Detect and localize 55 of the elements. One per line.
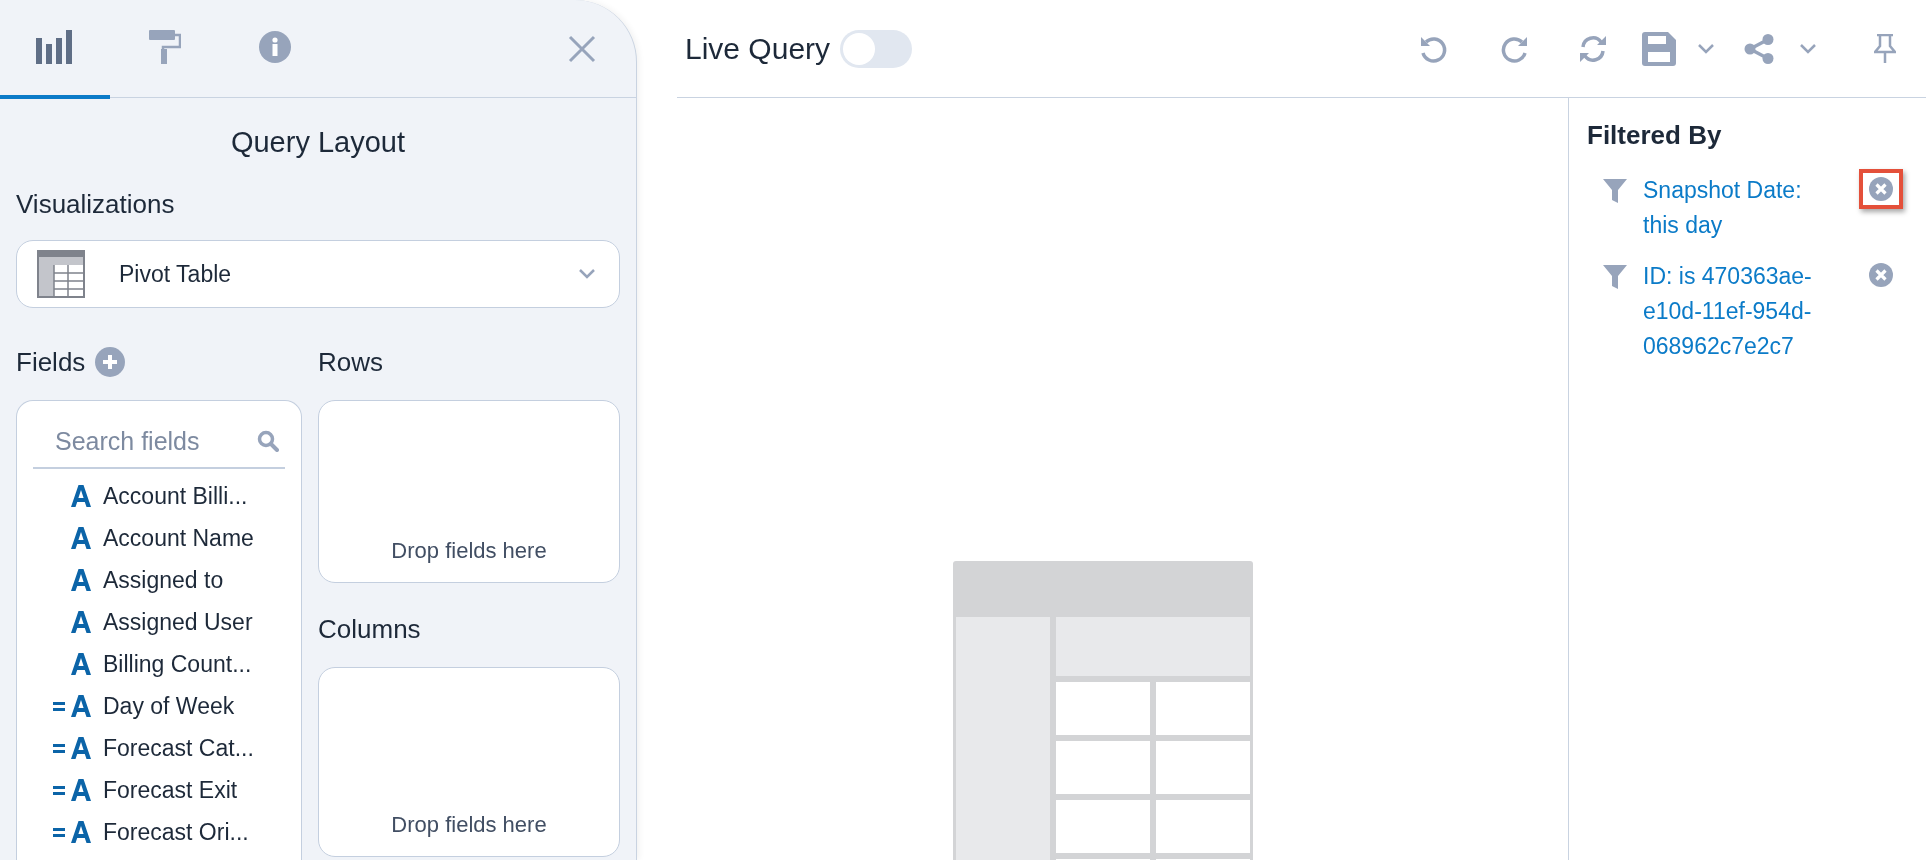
close-icon [1869, 177, 1893, 201]
caret-icon [579, 269, 595, 279]
field-item[interactable]: Billing Count... [103, 650, 252, 678]
close-icon [568, 34, 596, 63]
search-icon [257, 430, 279, 452]
field-item[interactable]: Day of Week [103, 692, 235, 720]
enum-type-icon [53, 779, 91, 801]
section-label: Columns [318, 612, 422, 646]
text-type-icon [71, 653, 91, 675]
save-icon [1642, 31, 1676, 66]
filter-icon [1603, 179, 1627, 203]
field-item[interactable]: Forecast Ori... [103, 818, 249, 846]
pin-button[interactable] [1874, 33, 1896, 64]
search-field[interactable]: Search fields [53, 425, 257, 457]
drop-zone[interactable]: Drop fields here [318, 667, 620, 857]
caret-icon [1698, 43, 1714, 54]
field-item[interactable]: Account Name [103, 524, 254, 552]
filters-title: Filtered By [1587, 120, 1723, 151]
panel-title: Query Layout [229, 126, 407, 159]
drop-zone[interactable]: Drop fields here [318, 400, 620, 583]
caret-icon [1800, 43, 1816, 54]
visualization-dropdown[interactable]: Pivot Table [16, 240, 620, 308]
text-type-icon [71, 485, 91, 507]
save-menu-button[interactable] [1698, 43, 1714, 54]
bar-chart-icon [36, 30, 74, 65]
enum-type-icon [53, 695, 91, 717]
field-item[interactable]: Assigned User [103, 608, 253, 636]
pivot-table-icon [37, 250, 85, 298]
field-item[interactable]: Assigned to [103, 566, 224, 594]
section-label: Fields [16, 346, 86, 378]
share-menu-button[interactable] [1800, 43, 1816, 54]
filter-link[interactable]: Snapshot Date: this day [1643, 173, 1833, 243]
save-button[interactable] [1642, 31, 1676, 66]
pin-icon [1874, 33, 1896, 64]
enum-type-icon [53, 737, 91, 759]
filter-link[interactable]: ID: is 470363ae-e10d-11ef-954d-068962c7e2c7 [1643, 259, 1833, 364]
section-label: Visualizations [16, 189, 176, 220]
text-type-icon [71, 569, 91, 591]
paint-roller-icon [149, 30, 181, 65]
share-button[interactable] [1744, 33, 1774, 64]
info-icon [259, 31, 291, 64]
enum-type-icon [53, 821, 91, 843]
text-type-icon [71, 527, 91, 549]
close-icon [1869, 263, 1893, 287]
toggle-label: Live Query [685, 31, 831, 66]
section-label: Rows [318, 345, 384, 379]
field-item[interactable]: Forecast Cat... [103, 734, 254, 762]
field-item[interactable]: Account Billi... [103, 482, 248, 510]
field-item[interactable]: Forecast Exit [103, 776, 238, 804]
filter-icon [1603, 265, 1627, 289]
remove-filter-button[interactable] [1859, 169, 1903, 209]
text-type-icon [71, 611, 91, 633]
share-icon [1744, 33, 1774, 64]
live-query-toggle[interactable] [840, 29, 913, 68]
add-icon[interactable] [95, 347, 126, 377]
